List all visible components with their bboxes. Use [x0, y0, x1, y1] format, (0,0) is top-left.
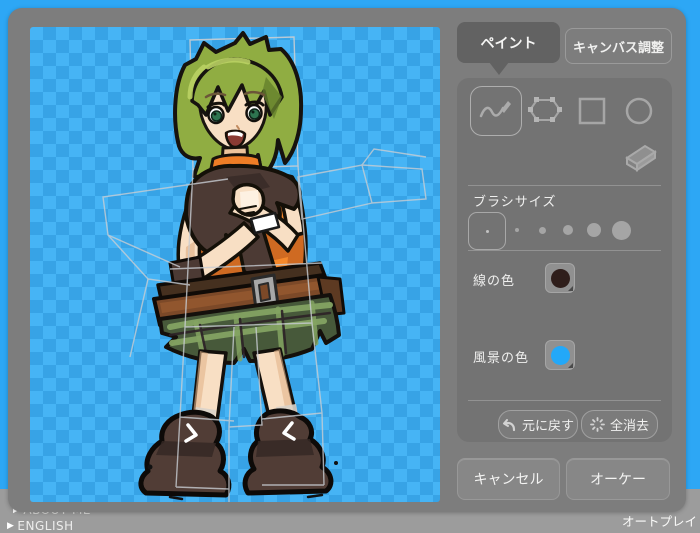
scenery-color-label: 風景の色 — [473, 347, 529, 366]
brush-size-3[interactable] — [563, 225, 573, 235]
divider — [468, 185, 661, 186]
drawing-canvas[interactable] — [30, 27, 440, 502]
pen-tool-button[interactable] — [477, 94, 513, 132]
clear-all-label: 全消去 — [610, 415, 649, 434]
english-link[interactable]: ▶ ENGLISH — [7, 519, 74, 533]
pen-icon — [477, 94, 513, 128]
rectangle-icon — [577, 96, 607, 126]
brush-size-4[interactable] — [587, 223, 601, 237]
tool-panel: ブラシサイズ 線の色 風景の色 元に戻す — [457, 78, 672, 442]
rectangle-tool-button[interactable] — [577, 96, 607, 130]
brush-size-label: ブラシサイズ — [473, 191, 556, 210]
dropdown-corner-icon — [568, 286, 573, 291]
triangle-bullet-icon: ▶ — [7, 521, 14, 531]
undo-label: 元に戻す — [522, 415, 574, 434]
brush-dot — [486, 230, 489, 233]
brush-size-2[interactable] — [539, 227, 546, 234]
polygon-icon — [527, 92, 563, 128]
brush-size-smallest-selected[interactable] — [468, 212, 506, 250]
divider — [468, 400, 661, 401]
eraser-icon — [617, 140, 659, 174]
scenery-color-swatch[interactable] — [545, 340, 575, 370]
clear-all-button[interactable]: 全消去 — [581, 410, 658, 439]
tab-paint-pointer — [489, 62, 509, 75]
character-artwork — [30, 27, 440, 502]
autoplay-button[interactable]: オートプレイ — [622, 511, 697, 530]
paint-dialog: ペイント キャンバス調整 — [8, 8, 686, 512]
circle-icon — [624, 96, 654, 126]
undo-button[interactable]: 元に戻す — [498, 410, 578, 439]
brush-size-5[interactable] — [612, 221, 631, 240]
tab-paint[interactable]: ペイント — [457, 22, 560, 63]
brush-size-1[interactable] — [515, 228, 519, 232]
line-color-swatch[interactable] — [545, 263, 575, 293]
ok-button[interactable]: オーケー — [566, 458, 670, 500]
line-color-circle — [551, 269, 570, 288]
tab-canvas-adjust[interactable]: キャンバス調整 — [565, 28, 672, 64]
scenery-color-circle — [551, 346, 570, 365]
dropdown-corner-icon — [568, 363, 573, 368]
line-color-label: 線の色 — [473, 270, 515, 289]
eraser-tool-button[interactable] — [617, 140, 659, 178]
divider — [468, 250, 661, 251]
undo-arrow-icon — [502, 418, 517, 432]
sparkle-burst-icon — [590, 417, 605, 432]
polygon-tool-button[interactable] — [527, 92, 563, 132]
cancel-button[interactable]: キャンセル — [457, 458, 560, 500]
circle-tool-button[interactable] — [624, 96, 654, 130]
english-label: ENGLISH — [17, 519, 73, 533]
